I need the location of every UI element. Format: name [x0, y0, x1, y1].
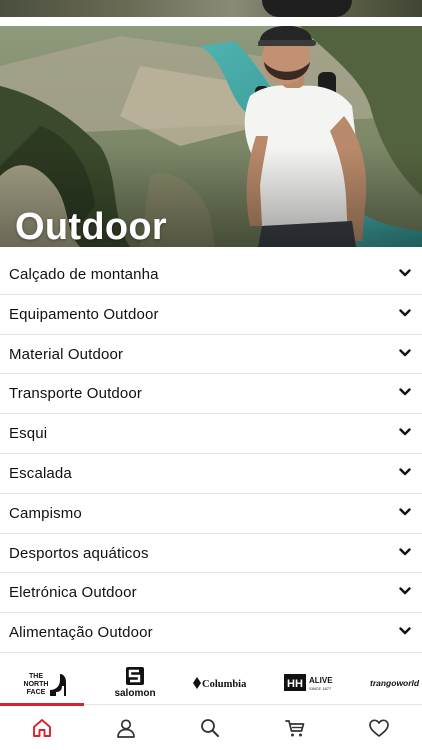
nav-wishlist[interactable] — [337, 705, 421, 750]
category-label: Material Outdoor — [9, 345, 124, 363]
hh-mark: HH — [287, 678, 303, 690]
nav-cart[interactable] — [253, 705, 337, 750]
brand-trangoworld[interactable]: trangoworld — [370, 662, 422, 704]
category-item[interactable]: Esqui — [0, 414, 422, 454]
hh-tagline: ALIVE — [309, 676, 333, 685]
category-item[interactable]: Campismo — [0, 494, 422, 534]
chevron-down-icon — [399, 309, 411, 316]
page: Outdoor Calçado de montanha Equipamento … — [0, 0, 422, 750]
category-label: Alimentação Outdoor — [9, 624, 153, 642]
chevron-down-icon — [399, 428, 411, 436]
cart-icon — [285, 720, 305, 737]
category-label: Esqui — [9, 425, 48, 443]
category-item[interactable]: Escalada — [0, 454, 422, 494]
tnf-line3: FACE — [27, 689, 46, 696]
columbia-wordmark: Columbia — [202, 679, 247, 690]
category-item[interactable]: Alimentação Outdoor — [0, 613, 422, 653]
chevron-down-icon — [399, 627, 411, 635]
tnf-line2: NORTH — [24, 681, 49, 688]
category-label: Eletrónica Outdoor — [9, 584, 137, 602]
helly-hansen-logo: HH ALIVE SINCE 1877 — [284, 674, 333, 691]
trangoworld-wordmark: trangoworld — [370, 678, 420, 688]
category-label: Campismo — [9, 504, 82, 522]
chevron-down-icon — [399, 547, 411, 555]
category-label: Transporte Outdoor — [9, 385, 143, 403]
nav-account[interactable] — [84, 705, 168, 750]
chevron-down-icon — [399, 269, 411, 277]
account-icon — [117, 719, 135, 738]
hero-banner[interactable]: Outdoor — [0, 26, 422, 247]
hero-title: Outdoor — [15, 206, 167, 247]
category-list: Calçado de montanha Equipamento Outdoor … — [0, 255, 422, 653]
chevron-down-icon — [399, 587, 411, 595]
previous-banner-edge[interactable] — [0, 0, 422, 17]
brand-the-north-face[interactable]: THE NORTH FACE — [22, 662, 70, 704]
category-item[interactable]: Desportos aquáticos — [0, 534, 422, 574]
salomon-logo: salomon — [114, 667, 156, 699]
category-label: Calçado de montanha — [9, 266, 159, 283]
category-item[interactable]: Material Outdoor — [0, 335, 422, 375]
chevron-down-icon — [399, 348, 411, 356]
chevron-down-icon — [399, 508, 411, 515]
chevron-down-icon — [399, 468, 411, 476]
search-icon — [201, 719, 219, 737]
category-label: Desportos aquáticos — [9, 544, 149, 562]
nav-search[interactable] — [168, 705, 252, 750]
salomon-wordmark: salomon — [114, 688, 155, 699]
tnf-line1: THE — [29, 673, 43, 680]
chevron-down-icon — [399, 388, 411, 396]
brand-salomon[interactable]: salomon — [108, 662, 162, 704]
category-item[interactable]: Equipamento Outdoor — [0, 295, 422, 335]
nav-home[interactable] — [0, 705, 84, 750]
trangoworld-logo: trangoworld — [370, 678, 420, 688]
category-item[interactable]: Eletrónica Outdoor — [0, 573, 422, 614]
heart-icon — [369, 719, 389, 737]
bottom-navigation — [0, 703, 422, 750]
category-item[interactable]: Transporte Outdoor — [0, 374, 422, 415]
the-north-face-logo: THE NORTH FACE — [24, 673, 66, 696]
category-label: Escalada — [9, 464, 72, 482]
columbia-logo: Columbia — [193, 677, 247, 690]
brand-strip: THE NORTH FACE salomon Columbia HH ALIVE… — [0, 662, 422, 704]
home-icon — [33, 719, 51, 737]
hh-since: SINCE 1877 — [309, 686, 332, 691]
category-label: Equipamento Outdoor — [9, 305, 159, 323]
category-item[interactable]: Calçado de montanha — [0, 255, 422, 295]
previous-banner-figure — [262, 0, 352, 17]
brand-columbia[interactable]: Columbia — [193, 662, 251, 704]
brand-helly-hansen[interactable]: HH ALIVE SINCE 1877 — [284, 662, 338, 704]
